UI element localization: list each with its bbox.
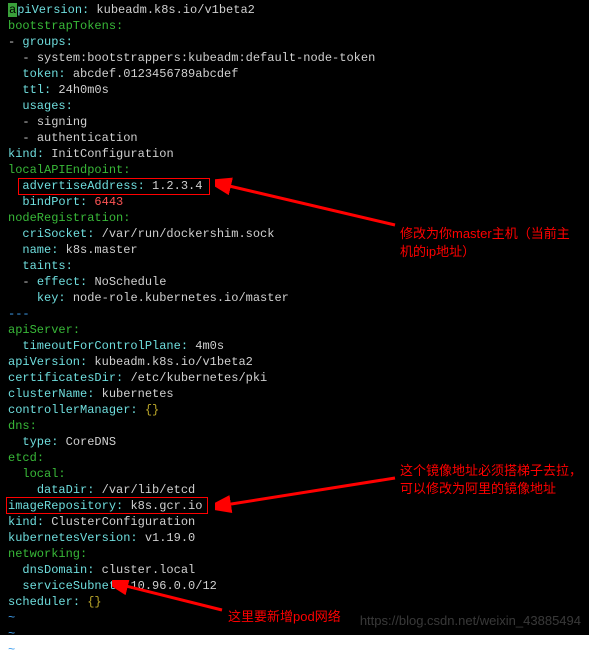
- code-line: apiVersion: kubeadm.k8s.io/v1beta2: [0, 354, 589, 370]
- code-line: localAPIEndpoint:: [0, 162, 589, 178]
- code-line: controllerManager: {}: [0, 402, 589, 418]
- code-line: usages:: [0, 98, 589, 114]
- code-line: ttl: 24h0m0s: [0, 82, 589, 98]
- code-line: imageRepository: k8s.gcr.io: [0, 498, 589, 514]
- code-line: type: CoreDNS: [0, 434, 589, 450]
- code-line: advertiseAddress: 1.2.3.4: [0, 178, 589, 194]
- code-line: key: node-role.kubernetes.io/master: [0, 290, 589, 306]
- code-line: kubernetesVersion: v1.19.0: [0, 530, 589, 546]
- empty-line: ~: [0, 610, 589, 626]
- code-line: clusterName: kubernetes: [0, 386, 589, 402]
- code-line: serviceSubnet: 10.96.0.0/12: [0, 578, 589, 594]
- code-line: apiServer:: [0, 322, 589, 338]
- code-line: kind: ClusterConfiguration: [0, 514, 589, 530]
- code-line: networking:: [0, 546, 589, 562]
- empty-line: ~: [0, 642, 589, 658]
- code-line: - system:bootstrappers:kubeadm:default-n…: [0, 50, 589, 66]
- code-line: local:: [0, 466, 589, 482]
- code-line: name: k8s.master: [0, 242, 589, 258]
- code-line: - effect: NoSchedule: [0, 274, 589, 290]
- cursor: a: [8, 3, 17, 17]
- code-line: etcd:: [0, 450, 589, 466]
- code-line: bootstrapTokens:: [0, 18, 589, 34]
- code-line: criSocket: /var/run/dockershim.sock: [0, 226, 589, 242]
- code-line: apiVersion: kubeadm.k8s.io/v1beta2: [0, 2, 589, 18]
- code-line: - authentication: [0, 130, 589, 146]
- code-line: certificatesDir: /etc/kubernetes/pki: [0, 370, 589, 386]
- code-line: token: abcdef.0123456789abcdef: [0, 66, 589, 82]
- code-line: taints:: [0, 258, 589, 274]
- code-line: bindPort: 6443: [0, 194, 589, 210]
- code-line: - signing: [0, 114, 589, 130]
- empty-line: ~: [0, 626, 589, 642]
- code-line: timeoutForControlPlane: 4m0s: [0, 338, 589, 354]
- code-line: dns:: [0, 418, 589, 434]
- code-line: nodeRegistration:: [0, 210, 589, 226]
- code-line: - groups:: [0, 34, 589, 50]
- code-line: dnsDomain: cluster.local: [0, 562, 589, 578]
- code-editor[interactable]: apiVersion: kubeadm.k8s.io/v1beta2 boots…: [0, 0, 589, 635]
- code-line: kind: InitConfiguration: [0, 146, 589, 162]
- code-line: scheduler: {}: [0, 594, 589, 610]
- code-line: dataDir: /var/lib/etcd: [0, 482, 589, 498]
- code-line: ---: [0, 306, 589, 322]
